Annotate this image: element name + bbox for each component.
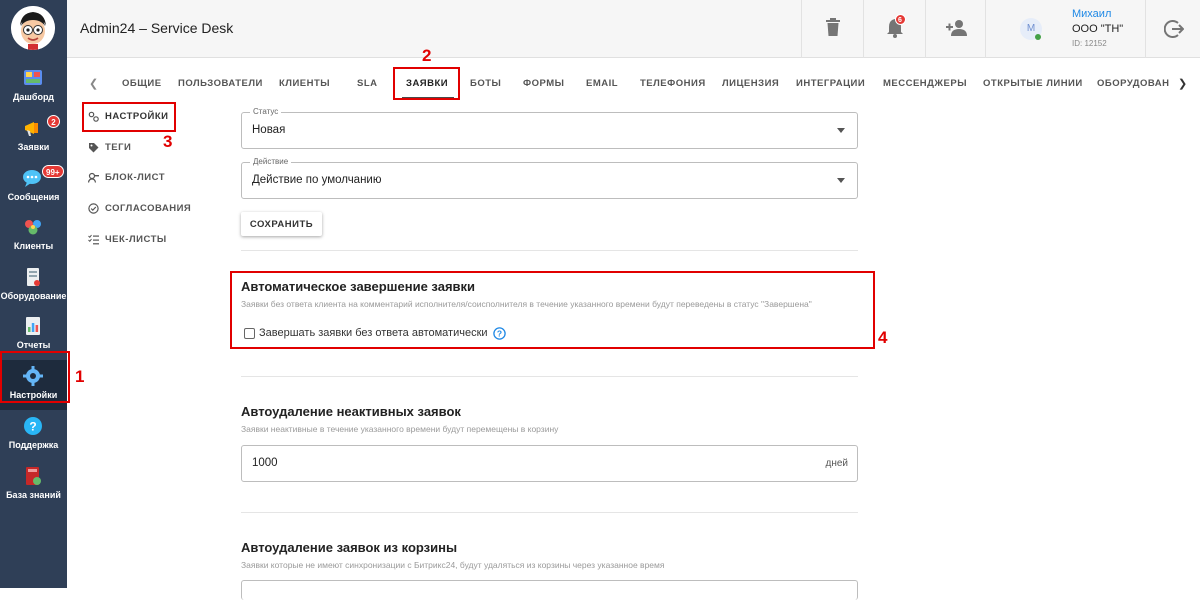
action-select-value: Действие по умолчанию	[252, 174, 382, 186]
annotation-box-2	[393, 67, 460, 100]
tab-integrations[interactable]: ИНТЕГРАЦИИ	[796, 78, 865, 89]
tab-open-lines[interactable]: ОТКРЫТЫЕ ЛИНИИ	[983, 78, 1083, 89]
user-organization: ООО "ТН"	[1072, 23, 1124, 35]
tab-email[interactable]: EMAIL	[586, 78, 618, 89]
user-id: ID: 12152	[1072, 39, 1107, 48]
annotation-number-2: 2	[422, 46, 432, 65]
user-name: Михаил	[1072, 8, 1112, 20]
status-select-value: Новая	[252, 124, 286, 136]
auto-delete-inactive-title: Автоудаление неактивных заявок	[241, 404, 461, 419]
top-header: Admin24 – Service Desk 6 M Михаил ООО "Т…	[67, 0, 1200, 58]
trash-days-input[interactable]	[241, 580, 858, 600]
annotation-number-3: 3	[163, 132, 173, 151]
chat-icon	[23, 170, 41, 187]
notifications-badge: 6	[895, 14, 906, 25]
tabs-scroll-right-icon[interactable]: ❯	[1178, 77, 1187, 90]
add-user-icon	[946, 20, 967, 36]
submenu-label: БЛОК-ЛИСТ	[105, 172, 166, 183]
logout-button[interactable]	[1145, 0, 1200, 58]
tag-icon	[89, 143, 99, 153]
sidebar-item-label: Поддержка	[8, 440, 59, 450]
status-select[interactable]: Статус Новая	[241, 107, 858, 149]
sidebar-item-label: Клиенты	[13, 241, 54, 251]
tickets-badge: 2	[47, 115, 60, 128]
trash-icon	[826, 18, 840, 36]
sidebar-item-support[interactable]: ? Поддержка	[0, 410, 67, 460]
annotation-box-3	[82, 102, 176, 132]
sidebar-item-label: Заявки	[17, 142, 50, 152]
annotation-box-4	[230, 271, 875, 349]
checklist-icon	[88, 234, 99, 245]
messages-badge: 99+	[42, 165, 64, 178]
action-select-label: Действие	[250, 157, 292, 166]
block-icon	[88, 172, 99, 183]
submenu-label: СОГЛАСОВАНИЯ	[105, 203, 192, 214]
sidebar-item-equipment[interactable]: Оборудование	[0, 261, 67, 311]
inactive-days-unit: дней	[825, 458, 848, 469]
sidebar-item-tickets[interactable]: 2 Заявки	[0, 112, 67, 162]
submenu-label: ТЕГИ	[105, 142, 132, 153]
tab-sla[interactable]: SLA	[357, 78, 378, 89]
sidebar-item-label: Дашборд	[13, 92, 54, 102]
chevron-down-icon	[837, 128, 845, 133]
sidebar-item-label: Оборудование	[0, 291, 67, 301]
help-icon: ?	[24, 417, 42, 435]
sidebar-item-label: Сообщения	[7, 192, 60, 202]
settings-tabs: ❮ ОБЩИЕ ПОЛЬЗОВАТЕЛИ КЛИЕНТЫ SLA ЗАЯВКИ …	[67, 68, 1200, 100]
book-icon	[26, 467, 41, 485]
dashboard-icon	[24, 70, 42, 85]
tab-clients[interactable]: КЛИЕНТЫ	[279, 78, 330, 89]
megaphone-icon	[25, 122, 38, 136]
clients-icon	[25, 220, 41, 235]
annotation-number-1: 1	[75, 367, 85, 386]
tab-general[interactable]: ОБЩИЕ	[122, 78, 162, 89]
sidebar: Дашборд 2 Заявки 99+ Сообщения Клиенты О…	[0, 0, 67, 588]
chevron-down-icon	[837, 178, 845, 183]
equipment-icon	[27, 268, 40, 286]
tab-bots[interactable]: БОТЫ	[470, 78, 501, 89]
annotation-number-4: 4	[878, 328, 888, 347]
divider	[241, 376, 858, 377]
reports-icon	[26, 317, 40, 335]
sidebar-item-clients[interactable]: Клиенты	[0, 211, 67, 261]
notifications-button[interactable]: 6	[863, 0, 925, 58]
trash-button[interactable]	[801, 0, 863, 58]
tab-equipment[interactable]: ОБОРУДОВАН	[1097, 78, 1170, 89]
sidebar-item-dashboard[interactable]: Дашборд	[0, 62, 67, 112]
online-status-indicator	[1035, 34, 1041, 40]
tab-forms[interactable]: ФОРМЫ	[523, 78, 564, 89]
svg-text:?: ?	[29, 420, 36, 434]
sidebar-item-label: База знаний	[6, 490, 61, 500]
inactive-days-input[interactable]: 1000 дней	[241, 445, 858, 482]
submenu-label: ЧЕК-ЛИСТЫ	[105, 234, 167, 245]
sidebar-item-label: Отчеты	[16, 340, 51, 350]
inactive-days-value: 1000	[252, 457, 278, 469]
tab-license[interactable]: ЛИЦЕНЗИЯ	[722, 78, 779, 89]
sidebar-item-knowledge-base[interactable]: База знаний	[0, 460, 67, 510]
page-title: Admin24 – Service Desk	[80, 20, 234, 36]
auto-delete-trash-title: Автоудаление заявок из корзины	[241, 540, 458, 555]
divider	[241, 250, 858, 251]
logout-icon	[1164, 20, 1184, 38]
user-profile[interactable]: M Михаил ООО "ТН" ID: 12152	[985, 0, 1145, 58]
status-select-label: Статус	[250, 107, 282, 116]
sidebar-item-messages[interactable]: 99+ Сообщения	[0, 162, 67, 212]
tabs-scroll-left-icon[interactable]: ❮	[89, 77, 98, 90]
logo[interactable]	[11, 6, 55, 50]
annotation-box-1	[0, 351, 70, 403]
tab-telephony[interactable]: ТЕЛЕФОНИЯ	[640, 78, 706, 89]
divider	[241, 512, 858, 513]
save-button[interactable]: СОХРАНИТЬ	[241, 212, 322, 236]
approval-icon	[88, 203, 99, 214]
auto-delete-trash-description: Заявки которые не имеют синхронизации с …	[241, 560, 665, 570]
auto-delete-inactive-description: Заявки неактивные в течение указанного в…	[241, 424, 559, 434]
add-user-button[interactable]	[925, 0, 985, 58]
tab-users[interactable]: ПОЛЬЗОВАТЕЛИ	[178, 78, 263, 89]
tab-messengers[interactable]: МЕССЕНДЖЕРЫ	[883, 78, 967, 89]
action-select[interactable]: Действие Действие по умолчанию	[241, 157, 858, 199]
